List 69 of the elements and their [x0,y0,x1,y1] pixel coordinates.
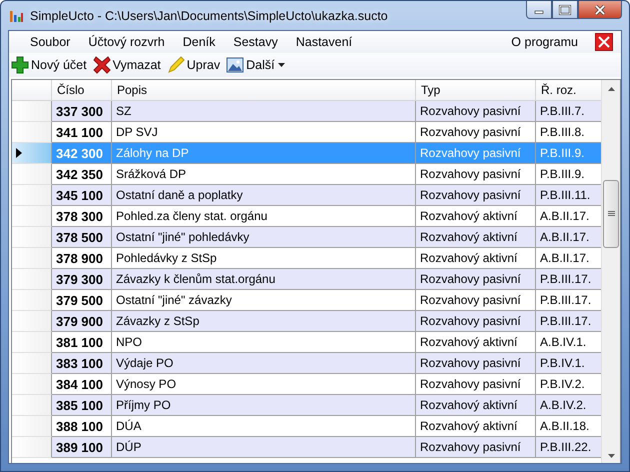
table-cell: Závazky k členům stat.orgánu [112,269,416,290]
table-cell: 345 100 [52,185,112,206]
table-cell: Rozvahový aktivní [416,227,536,248]
caret-icon [276,62,286,68]
table-cell: SZ [112,101,416,122]
toolbar-button[interactable]: Další [226,56,290,74]
table-cell: Zálohy na DP [112,143,416,164]
close-button[interactable] [595,33,613,51]
corner-header [12,80,52,101]
scrollbar-thumb[interactable] [603,180,619,248]
menu-item[interactable]: Účtový rozvrh [79,33,174,51]
table-cell: A.B.IV.2. [536,395,601,416]
row-header[interactable] [12,143,52,164]
plus-icon [11,56,29,74]
menu-item[interactable]: O programu [502,33,587,51]
table-cell: Rozvahovy pasivní [416,185,536,206]
table-cell: P.B.III.22. [536,437,601,458]
close-icon [594,4,606,14]
table-cell: P.B.III.9. [536,143,601,164]
table-cell: A.B.II.17. [536,227,601,248]
close-button[interactable] [578,1,622,19]
scroll-down-icon [608,454,614,458]
window-title: SimpleUcto - C:\Users\Jan\Documents\SimpleUcto\ukazka.sucto [30,8,388,22]
pencil-icon [166,56,185,74]
table-cell: Rozvahovy pasivní [416,437,536,458]
table-cell: 385 100 [52,395,112,416]
menu-item[interactable]: Sestavy [224,33,287,51]
table-cell: Ostatní "jiné" pohledávky [112,227,416,248]
table-cell: Rozvahový aktivní [416,395,536,416]
table-cell: Příjmy PO [112,395,416,416]
close-icon [595,33,613,51]
toolbar-button[interactable]: Uprav [166,56,224,74]
image-icon [226,56,244,74]
scroll-up-icon [608,87,614,91]
table-cell: 342 300 [52,143,112,164]
table-cell: Závazky z StSp [112,311,416,332]
grip-icon [608,211,614,217]
column-header[interactable]: Typ [416,80,536,101]
table-cell: 379 300 [52,269,112,290]
menu-item[interactable]: Soubor [21,33,80,51]
column-header[interactable]: Popis [112,80,416,101]
table-cell: P.B.III.11. [536,185,601,206]
table-cell: Rozvahovy pasivní [416,353,536,374]
cross-icon [92,56,111,74]
menu-item[interactable]: Deník [174,33,224,51]
toolbar-button[interactable]: Nový účet [11,56,91,74]
table-cell: Rozvahovy pasivní [416,311,536,332]
column-header[interactable]: Číslo [52,80,112,101]
table-cell: 378 500 [52,227,112,248]
table-cell: P.B.III.17. [536,269,601,290]
table-cell: Výdaje PO [112,353,416,374]
table-cell: Rozvahovy pasivní [416,269,536,290]
table-cell: DÚP [112,437,416,458]
table-cell: P.B.III.7. [536,101,601,122]
table-cell: Rozvahovy pasivní [416,143,536,164]
table-cell: P.B.IV.1. [536,353,601,374]
table-cell: 337 300 [52,101,112,122]
maximize-button[interactable] [552,1,578,19]
table-cell: 379 900 [52,311,112,332]
table-cell: 389 100 [52,437,112,458]
maximize-icon [559,4,571,14]
table-cell: Ostatní daně a poplatky [112,185,416,206]
table-cell: 383 100 [52,353,112,374]
row-pointer-icon [16,148,22,158]
table-cell: P.B.III.17. [536,311,601,332]
toolbar-button[interactable]: Vymazat [92,56,165,74]
table-cell: Rozvahovy pasivní [416,101,536,122]
menu-item[interactable]: Nastavení [286,33,362,51]
minimize-button[interactable] [526,1,552,19]
